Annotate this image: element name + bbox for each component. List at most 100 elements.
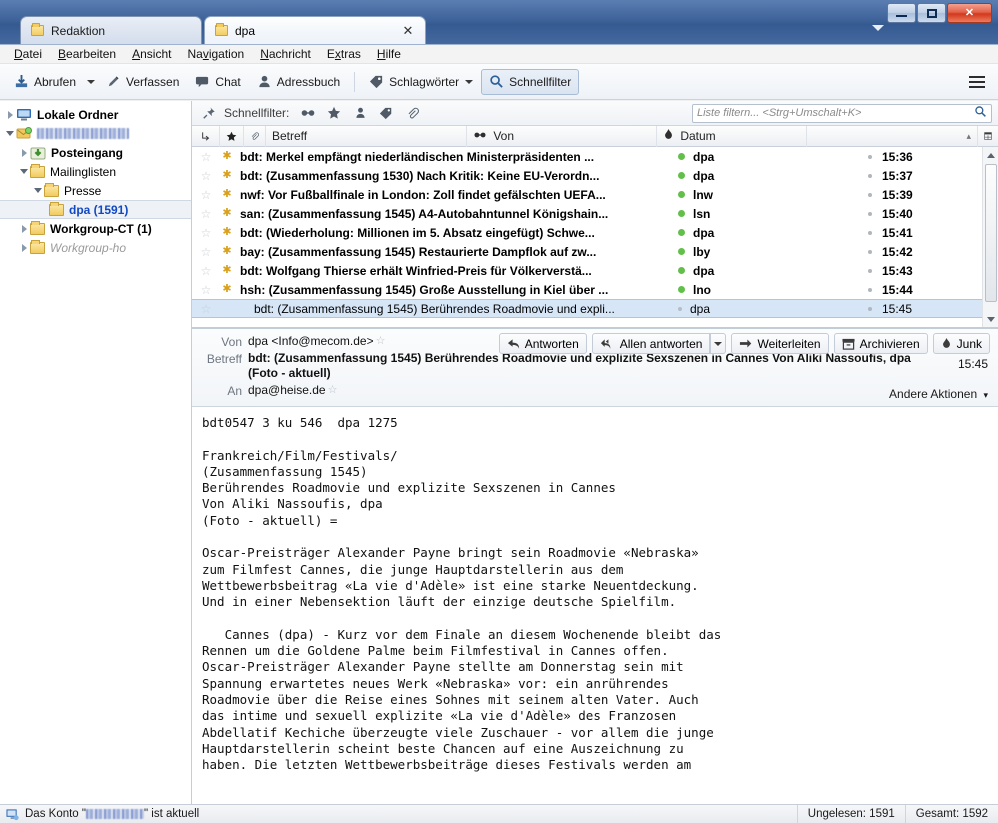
message-body[interactable]: bdt0547 3 ku 546 dpa 1275 Frankreich/Fil… — [192, 407, 998, 807]
message-row[interactable]: ☆ ✱ san: (Zusammenfassung 1545) A4-Autobah… — [192, 204, 998, 223]
message-row[interactable]: ☆ ✱ bdt: (Zusammenfassung 1530) Nach Kriti… — [192, 166, 998, 185]
hamburger-menu-icon[interactable] — [964, 69, 990, 95]
star-icon[interactable]: ☆ — [192, 264, 220, 278]
unread-status-dot — [678, 191, 685, 198]
verfassen-button[interactable]: Verfassen — [98, 69, 187, 95]
column-picker-icon[interactable] — [978, 126, 998, 147]
star-icon[interactable]: ☆ — [192, 169, 220, 183]
chevron-right-icon[interactable] — [4, 110, 16, 119]
chevron-down-icon: ▾ — [983, 390, 988, 400]
contact-icon[interactable] — [349, 104, 371, 123]
button-label: Antworten — [524, 336, 579, 351]
star-icon[interactable]: ☆ — [192, 283, 220, 297]
pin-icon[interactable] — [198, 104, 220, 123]
menu-hilfe[interactable]: Hilfe — [369, 45, 409, 63]
message-date: 15:37 — [868, 169, 998, 183]
message-row[interactable]: ☆ bdt: (Zusammenfassung 1545) Berührendes… — [192, 299, 998, 318]
message-row[interactable]: ☆ ✱ bay: (Zusammenfassung 1545) Restaurier… — [192, 242, 998, 261]
folder-item-lokale-ordner[interactable]: Lokale Ordner — [0, 105, 191, 124]
star-icon[interactable]: ☆ — [376, 334, 386, 347]
scroll-up-button[interactable] — [983, 147, 998, 163]
abrufen-dropdown[interactable] — [84, 69, 98, 95]
star-icon[interactable]: ☆ — [192, 302, 220, 316]
column-star-icon[interactable] — [220, 125, 244, 147]
schnellfilter-button[interactable]: Schnellfilter — [481, 68, 580, 95]
chat-button[interactable]: Chat — [187, 69, 248, 95]
message-list-scrollbar[interactable] — [982, 147, 998, 327]
folder-icon — [31, 23, 44, 36]
menu-nachricht[interactable]: Nachricht — [252, 45, 319, 63]
menu-extras[interactable]: Extras — [319, 45, 369, 63]
scroll-down-button[interactable] — [983, 311, 998, 327]
adressbuch-button[interactable]: Adressbuch — [249, 69, 348, 95]
column-thread-icon[interactable] — [192, 125, 220, 147]
chevron-down-icon[interactable] — [4, 131, 16, 136]
folder-item-workgroup-ct[interactable]: Workgroup-CT (1) — [0, 219, 191, 238]
abrufen-button[interactable]: Abrufen — [6, 69, 84, 95]
star-icon[interactable]: ☆ — [192, 226, 220, 240]
folder-icon — [30, 163, 45, 178]
message-row[interactable]: ☆ ✱ bdt: (Wiederholung: Millionen im 5. Ab… — [192, 223, 998, 242]
folder-item-workgroup-ho[interactable]: Workgroup-ho — [0, 238, 191, 257]
star-icon[interactable]: ☆ — [192, 188, 220, 202]
unread-glasses-icon[interactable] — [297, 104, 319, 123]
chevron-right-icon[interactable] — [18, 243, 30, 252]
search-icon[interactable] — [974, 105, 987, 121]
folder-item-mailinglisten[interactable]: Mailinglisten — [0, 162, 191, 181]
chevron-down-icon[interactable] — [18, 169, 30, 174]
tab-overflow-chevron-down-icon[interactable] — [872, 25, 884, 31]
column-header-von[interactable]: Von — [467, 125, 658, 147]
sort-indicator[interactable]: ▴ — [807, 125, 979, 147]
menu-ansicht[interactable]: Ansicht — [124, 45, 179, 63]
message-row[interactable]: ☆ ✱ bdt: Merkel empfängt niederländischen … — [192, 147, 998, 166]
chevron-right-icon[interactable] — [18, 148, 30, 157]
tab-dpa[interactable]: dpa ✕ — [204, 16, 426, 44]
contact-person-icon — [257, 74, 272, 89]
antworten-button[interactable]: Antworten — [498, 333, 587, 354]
message-list[interactable]: ☆ ✱ bdt: Merkel empfängt niederländischen … — [192, 147, 998, 327]
menu-navigation[interactable]: Navigation — [179, 45, 252, 63]
star-icon[interactable]: ☆ — [192, 150, 220, 164]
archivieren-button[interactable]: Archivieren — [833, 333, 928, 354]
allen-antworten-dropdown[interactable] — [710, 333, 727, 354]
search-input[interactable]: Liste filtern... <Strg+Umschalt+K> — [692, 103, 992, 123]
message-row[interactable]: ☆ ✱ hsh: (Zusammenfassung 1545) Große Auss… — [192, 280, 998, 299]
betreff-value: bdt: (Zusammenfassung 1545) Berührendes … — [248, 351, 938, 381]
message-subject: san: (Zusammenfassung 1545) A4-Autobahnt… — [240, 206, 609, 221]
message-new-indicator-icon: ✱ — [222, 245, 232, 257]
star-icon[interactable]: ☆ — [192, 245, 220, 259]
scrollbar-thumb[interactable] — [985, 164, 997, 302]
star-icon[interactable]: ☆ — [192, 207, 220, 221]
von-value[interactable]: dpa <Info@mecom.de> — [248, 334, 374, 348]
tab-redaktion[interactable]: Redaktion — [20, 16, 202, 44]
junk-button[interactable]: Junk — [932, 333, 990, 354]
attachment-icon[interactable] — [401, 104, 423, 123]
folder-item-dpa[interactable]: dpa (1591) — [0, 200, 191, 219]
main-split: Lokale Ordner Posteingang Mailinglisten … — [0, 101, 998, 807]
tab-close-icon[interactable]: ✕ — [401, 23, 415, 38]
folder-item-presse[interactable]: Presse — [0, 181, 191, 200]
menu-datei[interactable]: DDateiatei — [6, 45, 50, 63]
menu-bearbeiten[interactable]: Bearbeiten — [50, 45, 124, 63]
unread-status-dot — [678, 172, 685, 179]
message-row[interactable]: ☆ ✱ bdt: Wolfgang Thierse erhält Winfried-… — [192, 261, 998, 280]
chevron-right-icon[interactable] — [18, 224, 30, 233]
column-header-datum[interactable]: Datum — [657, 125, 808, 147]
schlagwoerter-button[interactable]: Schlagwörter — [361, 69, 481, 95]
starred-icon[interactable] — [323, 104, 345, 123]
folder-item-posteingang[interactable]: Posteingang — [0, 143, 191, 162]
allen-antworten-button[interactable]: Allen antworten — [591, 333, 711, 354]
an-value[interactable]: dpa@heise.de — [248, 383, 326, 397]
folder-item-account[interactable] — [0, 124, 191, 143]
column-header-betreff[interactable]: Betreff — [266, 125, 468, 147]
column-attachment-icon[interactable] — [244, 125, 266, 147]
andere-aktionen-menu[interactable]: Andere Aktionen ▾ — [889, 387, 988, 401]
folder-pane[interactable]: Lokale Ordner Posteingang Mailinglisten … — [0, 101, 192, 807]
schlagwoerter-label: Schlagwörter — [389, 74, 460, 89]
message-row[interactable]: ☆ ✱ nwf: Vor Fußballfinale in London: Zoll… — [192, 185, 998, 204]
star-icon[interactable]: ☆ — [328, 383, 338, 396]
message-new-indicator-icon: ✱ — [222, 226, 232, 238]
weiterleiten-button[interactable]: Weiterleiten — [731, 333, 829, 354]
tag-icon[interactable] — [375, 104, 397, 123]
chevron-down-icon[interactable] — [32, 188, 44, 193]
